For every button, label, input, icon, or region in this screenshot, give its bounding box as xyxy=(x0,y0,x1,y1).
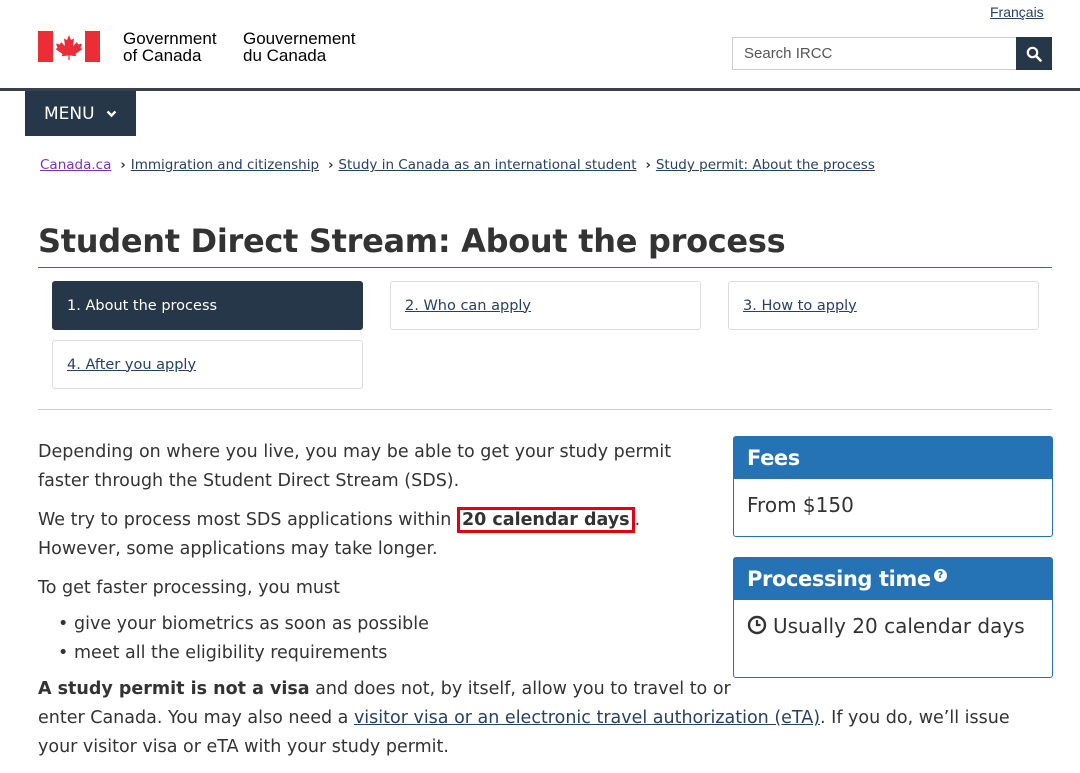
faster-processing-paragraph: To get faster processing, you must xyxy=(38,578,340,598)
menu-button[interactable]: MENU xyxy=(25,91,136,136)
breadcrumb: Canada.ca › Immigration and citizenship … xyxy=(40,157,875,173)
visa-paragraph: A study permit is not a visa and does no… xyxy=(38,675,1038,762)
search-button[interactable] xyxy=(1016,37,1052,70)
government-signature-fr: Gouvernement du Canada xyxy=(243,29,356,65)
breadcrumb-separator-icon: › xyxy=(645,157,651,173)
processing-paragraph: We try to process most SDS applications … xyxy=(38,506,698,564)
breadcrumb-link-study-permit[interactable]: Study permit: About the process xyxy=(656,157,875,173)
step-after-you-apply[interactable]: 4. After you apply xyxy=(52,340,363,389)
search-icon xyxy=(1026,46,1042,62)
section-divider xyxy=(38,409,1052,410)
highlighted-processing-days: 20 calendar days xyxy=(456,507,635,533)
text: and does not, by itself, allow you to tr… xyxy=(309,679,731,699)
visitor-visa-eta-link[interactable]: visitor visa or an electronic travel aut… xyxy=(354,708,820,728)
processing-time-title: Processing time xyxy=(747,567,931,591)
step-label: 1. About the process xyxy=(67,297,218,314)
processing-time-panel-header: Processing time? xyxy=(734,558,1052,600)
text: We try to process most SDS applications … xyxy=(38,510,457,530)
main-content: Depending on where you live, you may be … xyxy=(38,438,1010,772)
step-link[interactable]: 2. Who can apply xyxy=(405,298,531,314)
clock-icon xyxy=(747,615,767,635)
page-title: Student Direct Stream: About the process xyxy=(38,222,786,260)
intro-paragraph: Depending on where you live, you may be … xyxy=(38,442,672,491)
step-about-the-process[interactable]: 1. About the process xyxy=(52,281,363,330)
fees-panel-title: Fees xyxy=(734,437,1052,479)
requirements-list: give your biometrics as soon as possible… xyxy=(38,610,698,668)
chevron-down-icon xyxy=(106,110,116,117)
processing-time-panel: Processing time? Usually 20 calendar day… xyxy=(733,557,1053,678)
list-item: meet all the eligibility requirements xyxy=(58,639,698,668)
breadcrumb-link-study[interactable]: Study in Canada as an international stud… xyxy=(338,157,636,173)
header-divider xyxy=(0,88,1080,91)
text: enter Canada. You may also need a xyxy=(38,708,354,728)
help-question-icon[interactable]: ? xyxy=(933,569,947,582)
search-input[interactable]: Search IRCC xyxy=(732,37,1017,70)
step-who-can-apply[interactable]: 2. Who can apply xyxy=(390,281,701,330)
breadcrumb-link-canada[interactable]: Canada.ca xyxy=(40,157,111,173)
breadcrumb-separator-icon: › xyxy=(328,157,334,173)
breadcrumb-link-immigration[interactable]: Immigration and citizenship xyxy=(131,157,319,173)
step-link[interactable]: 4. After you apply xyxy=(67,357,196,373)
processing-time-value: Usually 20 calendar days xyxy=(773,614,1025,638)
step-link[interactable]: 3. How to apply xyxy=(743,298,857,314)
language-toggle-link[interactable]: Français xyxy=(990,4,1044,20)
fees-panel: Fees From $150 xyxy=(733,436,1053,537)
breadcrumb-separator-icon: › xyxy=(120,157,126,173)
menu-label: MENU xyxy=(44,103,95,124)
list-item: give your biometrics as soon as possible xyxy=(58,610,698,639)
government-signature-en: Government of Canada xyxy=(123,29,217,65)
fees-panel-value: From $150 xyxy=(747,493,854,517)
processing-time-body: Usually 20 calendar days xyxy=(734,600,1052,652)
canada-flag-logo xyxy=(38,31,100,62)
step-how-to-apply[interactable]: 3. How to apply xyxy=(728,281,1039,330)
title-underline xyxy=(38,267,1052,268)
bold-text: A study permit is not a visa xyxy=(38,679,310,699)
